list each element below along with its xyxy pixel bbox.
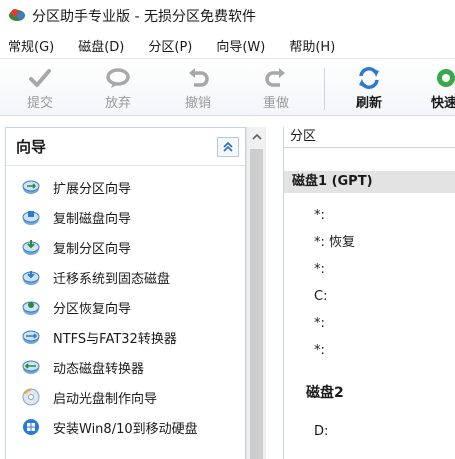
partition-row[interactable]: *: (284, 337, 455, 364)
wizard-item-label: 安装Win8/10到移动硬盘 (53, 421, 198, 437)
partition-row[interactable]: *: (284, 256, 455, 283)
copy-partition-icon (21, 237, 41, 257)
double-chevron-up-icon (223, 141, 233, 152)
menu-general[interactable]: 常规(G) (8, 36, 54, 55)
wizard-item-label: 迁移系统到固态磁盘 (53, 271, 171, 287)
menu-wizard[interactable]: 向导(W) (216, 36, 265, 55)
wizard-item-bootable-media[interactable]: 启动光盘制作向导 (6, 382, 245, 412)
menu-bar: 常规(G) 磁盘(D) 分区(P) 向导(W) 帮助(H) (0, 32, 455, 59)
wizard-item-extend-partition[interactable]: 扩展分区向导 (6, 172, 245, 202)
app-logo-icon (8, 7, 26, 25)
partition-recovery-icon (21, 297, 41, 317)
bootable-media-icon (21, 387, 41, 407)
extend-partition-icon (21, 177, 41, 197)
wizard-item-partition-recovery[interactable]: 分区恢复向导 (6, 292, 245, 322)
quick-partition-button[interactable]: 快速 (420, 64, 455, 114)
commit-label: 提交 (26, 96, 53, 111)
wizard-item-migrate-os[interactable]: 迁移系统到固态磁盘 (6, 262, 245, 292)
windows-to-go-icon (21, 417, 41, 437)
copy-disk-icon (21, 207, 41, 227)
wizard-list: 扩展分区向导 复制磁盘向导 复制分区向导 迁移系统到固态磁盘 分区恢复向导 NT… (6, 166, 245, 442)
partition-row[interactable]: C: (284, 283, 455, 310)
disk1-header[interactable]: 磁盘1 (GPT) (284, 171, 455, 193)
discard-label: 放弃 (104, 96, 131, 111)
refresh-label: 刷新 (355, 96, 382, 111)
wizard-panel-scrollbar[interactable] (246, 127, 266, 459)
redo-button[interactable]: 重做 (252, 64, 300, 114)
wizard-item-windows-to-go[interactable]: 安装Win8/10到移动硬盘 (6, 412, 245, 442)
wizard-item-label: NTFS与FAT32转换器 (53, 331, 177, 347)
wizard-panel-header: 向导 (6, 128, 245, 166)
disk2-header[interactable]: 磁盘2 (284, 378, 455, 408)
partition-row[interactable]: *: (284, 310, 455, 337)
scroll-up-button[interactable] (247, 127, 267, 147)
redo-icon (263, 66, 289, 90)
wizard-item-label: 复制磁盘向导 (53, 211, 132, 227)
disk1-partition-list: *: *: 恢复 *: C: *: *: (284, 202, 455, 364)
commit-button[interactable]: 提交 (16, 64, 64, 114)
wizard-item-copy-partition[interactable]: 复制分区向导 (6, 232, 245, 262)
refresh-button[interactable]: 刷新 (345, 64, 393, 114)
menu-partition[interactable]: 分区(P) (148, 36, 192, 55)
window-title: 分区助手专业版 - 无损分区免费软件 (32, 9, 256, 25)
wizard-item-dynamic-disk-converter[interactable]: 动态磁盘转换器 (6, 352, 245, 382)
partition-panel: 分区 磁盘1 (GPT) *: *: 恢复 *: C: *: *: 磁盘2 D: (283, 127, 455, 459)
title-bar: 分区助手专业版 - 无损分区免费软件 (0, 0, 455, 32)
quick-partition-label: 快速 (430, 96, 455, 111)
menu-help[interactable]: 帮助(H) (289, 36, 335, 55)
menu-disk[interactable]: 磁盘(D) (78, 36, 124, 55)
redo-label: 重做 (262, 96, 289, 111)
wizard-item-label: 复制分区向导 (53, 241, 132, 257)
partition-row[interactable]: D: (284, 418, 455, 445)
scroll-thumb[interactable] (250, 149, 263, 459)
partition-column-header[interactable]: 分区 (284, 127, 455, 148)
dynamic-disk-converter-icon (21, 357, 41, 377)
wizard-item-ntfs-fat32-converter[interactable]: NTFS与FAT32转换器 (6, 322, 245, 352)
checkmark-icon (27, 66, 53, 90)
disk2-partition-list: D: (284, 418, 455, 445)
toolbar-separator (324, 68, 325, 110)
undo-button[interactable]: 撤销 (174, 64, 222, 114)
partition-row[interactable]: *: (284, 202, 455, 229)
undo-icon (185, 66, 211, 90)
wizard-item-label: 分区恢复向导 (53, 301, 132, 317)
refresh-icon (356, 66, 382, 90)
wizard-panel: 向导 扩展分区向导 复制磁盘向导 复制分区向导 迁移系统到固态磁盘 分区恢复向导… (5, 127, 246, 459)
ntfs-fat32-converter-icon (21, 327, 41, 347)
partition-row[interactable]: *: 恢复 (284, 229, 455, 256)
discard-button[interactable]: 放弃 (94, 64, 142, 114)
wizard-item-copy-disk[interactable]: 复制磁盘向导 (6, 202, 245, 232)
collapse-button[interactable] (217, 136, 239, 157)
quick-partition-icon (431, 66, 455, 90)
chevron-up-icon (252, 133, 262, 140)
wizard-panel-title: 向导 (16, 138, 47, 156)
undo-label: 撤销 (184, 96, 211, 111)
wizard-item-label: 启动光盘制作向导 (53, 391, 158, 407)
toolbar: 提交 放弃 撤销 重做 刷新 快速 (0, 60, 455, 116)
wizard-item-label: 扩展分区向导 (53, 181, 132, 197)
discard-icon (105, 66, 131, 90)
migrate-os-icon (21, 267, 41, 287)
wizard-item-label: 动态磁盘转换器 (53, 361, 145, 377)
